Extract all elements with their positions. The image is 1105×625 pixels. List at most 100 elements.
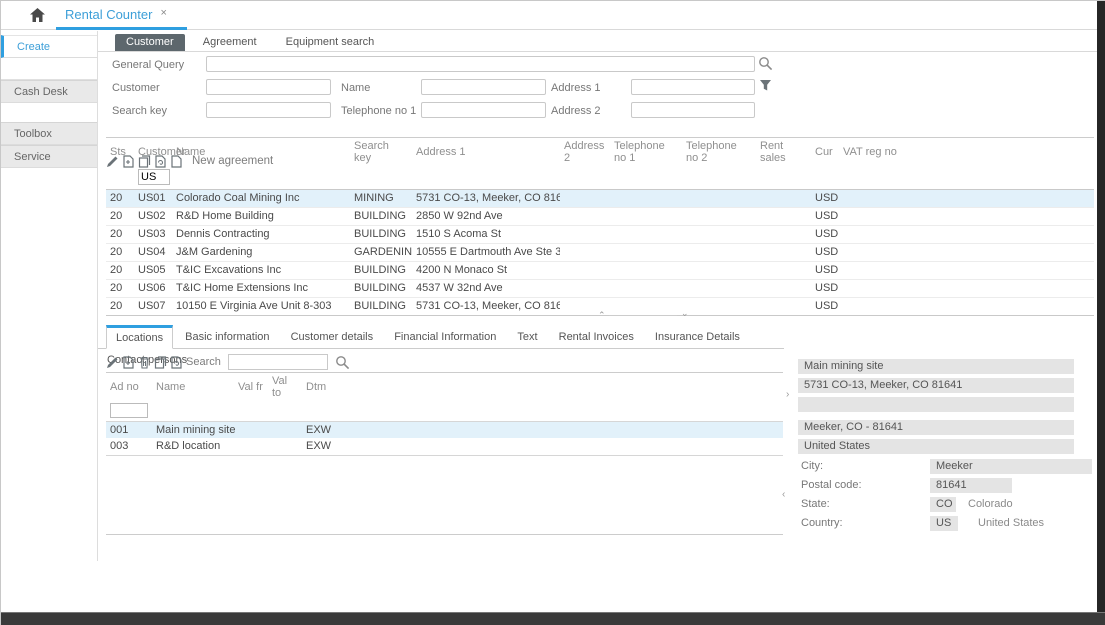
search-icon[interactable] — [758, 56, 773, 71]
col-sts[interactable]: Sts — [106, 138, 134, 167]
locations-search-input[interactable] — [228, 354, 328, 370]
state-code-field: CO — [930, 497, 956, 512]
col-address1[interactable]: Address 1 — [412, 138, 560, 167]
document-tab-title: Rental Counter — [65, 7, 152, 22]
col-name[interactable]: Name — [172, 138, 350, 167]
col-address2[interactable]: Address 2 — [560, 138, 610, 167]
location-address1-field: 5731 CO-13, Meeker, CO 81641 — [798, 378, 1074, 393]
collapse-left-icon[interactable]: ‹ — [782, 489, 785, 500]
country-row: Country: US United States — [798, 515, 1094, 534]
copy-icon[interactable] — [154, 356, 167, 369]
refresh-record-icon[interactable] — [170, 356, 183, 369]
col-customer[interactable]: Customer — [134, 138, 172, 167]
col-val-fr[interactable]: Val fr — [234, 373, 268, 402]
general-query-input[interactable] — [206, 56, 755, 72]
sidebar-item-create[interactable]: Create — [1, 35, 97, 58]
tab-customer[interactable]: Customer — [115, 34, 185, 51]
tab-insurance-details[interactable]: Insurance Details — [646, 325, 749, 347]
telephone1-label: Telephone no 1 — [341, 105, 416, 117]
tab-basic-information[interactable]: Basic information — [176, 325, 278, 347]
active-tab-underline — [56, 27, 187, 30]
table-row[interactable]: 001Main mining site EXW — [106, 421, 783, 438]
table-header-row: Sts Customer Name Search key Address 1 A… — [106, 138, 1094, 167]
table-row[interactable]: 20US01 Colorado Coal Mining IncMINING 57… — [106, 189, 1094, 207]
search-key-input[interactable] — [206, 102, 331, 118]
location-name-field: Main mining site — [798, 359, 1074, 374]
country-code-field: US — [930, 516, 958, 531]
col-vat-reg-no[interactable]: VAT reg no — [839, 138, 1094, 167]
table-row[interactable]: 20US03 Dennis ContractingBUILDING 1510 S… — [106, 225, 1094, 243]
collapse-down-icon[interactable]: ⌄ — [681, 309, 689, 318]
address2-label: Address 2 — [551, 105, 601, 117]
document-tab-rental-counter[interactable]: Rental Counter × — [65, 7, 167, 22]
sidebar-item-toolbox[interactable]: Toolbox — [1, 122, 97, 145]
col-ad-no[interactable]: Ad no — [106, 373, 152, 402]
col-dtm[interactable]: Dtm — [302, 373, 347, 402]
edit-icon[interactable] — [106, 356, 119, 369]
col-cur[interactable]: Cur — [811, 138, 839, 167]
sidebar-create-submenu — [1, 58, 97, 80]
splitter-line[interactable] — [609, 315, 677, 316]
state-name-text: Colorado — [968, 498, 1013, 510]
col-telephone1[interactable]: Telephone no 1 — [610, 138, 682, 167]
detail-tab-strip: Locations Basic information Customer det… — [98, 324, 784, 349]
home-icon[interactable] — [29, 7, 46, 23]
col-name[interactable]: Name — [152, 373, 234, 402]
collapse-up-icon[interactable]: ⌃ — [598, 311, 606, 320]
locations-grid-bottom-border — [106, 534, 783, 535]
name-label: Name — [341, 82, 370, 94]
state-row: State: CO Colorado — [798, 496, 1094, 515]
filter-icon[interactable] — [759, 79, 772, 92]
sidebar-item-label: Create — [17, 41, 50, 53]
customer-table: Sts Customer Name Search key Address 1 A… — [106, 137, 1094, 316]
name-input[interactable] — [421, 79, 546, 95]
tab-agreement[interactable]: Agreement — [192, 34, 268, 51]
sidebar-item-cash-desk[interactable]: Cash Desk — [1, 80, 97, 103]
col-search-key[interactable]: Search key — [350, 138, 412, 167]
ad-no-filter-input[interactable] — [110, 403, 148, 418]
tab-rental-invoices[interactable]: Rental Invoices — [550, 325, 643, 347]
address1-label: Address 1 — [551, 82, 601, 94]
tab-customer-details[interactable]: Customer details — [282, 325, 383, 347]
table-filter-row — [106, 401, 783, 421]
close-icon[interactable]: × — [160, 7, 166, 19]
address2-input[interactable] — [631, 102, 755, 118]
window-edge-right — [1097, 1, 1105, 625]
table-row[interactable]: 20US06 T&IC Home Extensions IncBUILDING … — [106, 279, 1094, 297]
table-row[interactable]: 003R&D location EXW — [106, 438, 783, 455]
main-tab-strip: Customer Agreement Equipment search — [98, 34, 1097, 52]
customer-search-form: General Query Customer Name Address 1 Se… — [98, 53, 1097, 148]
sidebar: Create Cash Desk Toolbox Service — [1, 31, 98, 561]
city-label: City: — [801, 460, 823, 472]
locations-toolbar: Search — [106, 353, 350, 371]
telephone1-input[interactable] — [421, 102, 546, 118]
customer-filter-input[interactable] — [138, 169, 170, 185]
col-val-to[interactable]: Val to — [268, 373, 302, 402]
sidebar-item-label: Service — [14, 151, 51, 163]
col-telephone2[interactable]: Telephone no 2 — [682, 138, 756, 167]
delete-icon[interactable] — [138, 356, 151, 369]
sidebar-item-service[interactable]: Service — [1, 145, 97, 168]
col-rent-sales[interactable]: Rent sales — [756, 138, 811, 167]
sidebar-spacer — [1, 103, 97, 122]
collapse-right-icon[interactable]: › — [786, 389, 789, 400]
new-record-icon[interactable] — [122, 356, 135, 369]
table-row[interactable]: 20US02 R&D Home BuildingBUILDING 2850 W … — [106, 207, 1094, 225]
state-label: State: — [801, 498, 830, 510]
general-query-label: General Query — [112, 59, 184, 71]
tab-financial-information[interactable]: Financial Information — [385, 325, 505, 347]
search-icon[interactable] — [335, 355, 350, 370]
pane-splitter: ⌃ ⌄ — [598, 309, 693, 321]
sidebar-item-label: Cash Desk — [14, 86, 68, 98]
sidebar-item-label: Toolbox — [14, 128, 52, 140]
table-row[interactable]: 20US04 J&M GardeningGARDENING 10555 E Da… — [106, 243, 1094, 261]
top-header: Rental Counter × — [1, 1, 1098, 30]
table-header-row: Ad no Name Val fr Val to Dtm — [106, 373, 783, 402]
table-row[interactable]: 20US05 T&IC Excavations IncBUILDING 4200… — [106, 261, 1094, 279]
customer-input[interactable] — [206, 79, 331, 95]
tab-equipment-search[interactable]: Equipment search — [275, 34, 386, 51]
address1-input[interactable] — [631, 79, 755, 95]
city-row: City: Meeker — [798, 458, 1094, 477]
tab-text[interactable]: Text — [508, 325, 546, 347]
tab-locations[interactable]: Locations — [106, 325, 173, 349]
